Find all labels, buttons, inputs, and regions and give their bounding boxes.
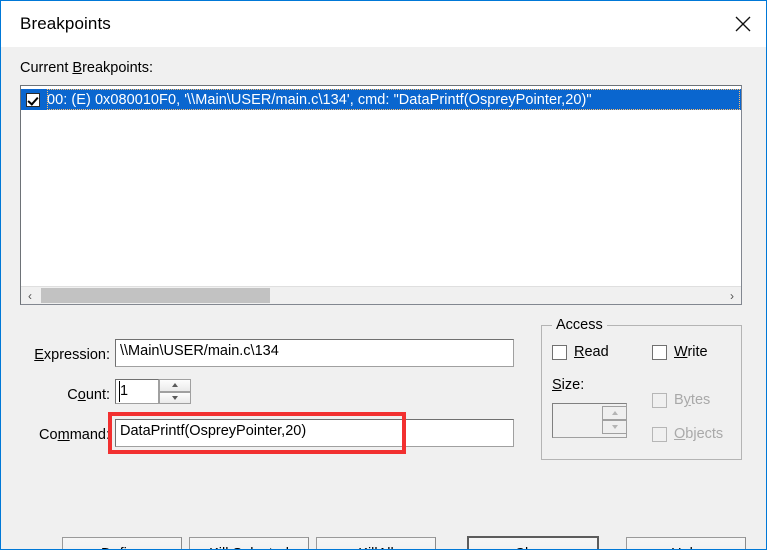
breakpoints-listbox[interactable]: 00: (E) 0x080010F0, '\\Main\USER/main.c\…	[20, 85, 742, 305]
accel-char: y	[683, 392, 691, 408]
size-spinner	[602, 406, 627, 434]
list-item[interactable]: 00: (E) 0x080010F0, '\\Main\USER/main.c\…	[21, 89, 741, 110]
close-icon	[732, 13, 754, 35]
horizontal-scrollbar[interactable]: ‹ ›	[21, 286, 741, 304]
accel-char: K	[209, 546, 219, 550]
objects-checkbox: Objects	[652, 426, 723, 442]
breakpoint-enabled-checkbox[interactable]	[26, 92, 40, 107]
access-group-title: Access	[552, 317, 607, 333]
scroll-right-arrow-icon[interactable]: ›	[723, 287, 741, 304]
read-checkbox-box	[552, 344, 567, 360]
spinner-up-icon	[611, 411, 618, 415]
dialog-client-area: Current Breakpoints: 00: (E) 0x080010F0,…	[1, 47, 766, 549]
count-label: Count:	[67, 387, 110, 403]
size-spinner-up-button	[602, 406, 627, 420]
spinner-up-icon	[172, 383, 178, 388]
accel-char: O	[674, 426, 686, 442]
kill-all-button[interactable]: Kill All	[316, 537, 436, 550]
accel-char: B	[72, 60, 83, 76]
accel-char: R	[574, 344, 585, 360]
bytes-checkbox: Bytes	[652, 392, 710, 408]
objects-checkbox-label: Objects	[674, 426, 724, 442]
accel-char: A	[378, 546, 388, 550]
expression-input[interactable]: \\Main\USER/main.c\134	[115, 339, 514, 367]
breakpoints-dialog: Breakpoints Current Breakpoints: 00: (E)…	[0, 0, 767, 550]
spinner-down-icon	[172, 395, 178, 400]
accel-char: W	[674, 344, 688, 360]
bytes-checkbox-label: Bytes	[674, 392, 711, 408]
size-spinner-down-button	[602, 420, 627, 434]
write-checkbox-label: Write	[674, 344, 708, 360]
read-checkbox-label: Read	[574, 344, 609, 360]
accel-char: D	[101, 546, 111, 550]
count-spinner[interactable]	[159, 379, 191, 404]
accel-char: o	[77, 387, 86, 403]
count-spinner-up-button[interactable]	[159, 379, 191, 392]
close-button[interactable]	[720, 1, 766, 46]
count-input[interactable]: 1	[115, 379, 159, 404]
accel-char: m	[57, 427, 70, 443]
title-bar: Breakpoints	[1, 1, 766, 47]
read-checkbox[interactable]: Read	[552, 344, 609, 360]
expression-label: Expression:	[34, 347, 110, 363]
scroll-left-arrow-icon[interactable]: ‹	[21, 287, 39, 304]
window-title: Breakpoints	[20, 14, 111, 33]
count-spinner-down-button[interactable]	[159, 391, 191, 404]
count-input-caret	[119, 381, 120, 402]
close-dialog-button[interactable]: Close	[467, 536, 599, 550]
command-label: Command:	[39, 427, 110, 443]
accel-char: C	[514, 546, 524, 550]
write-checkbox[interactable]: Write	[652, 344, 708, 360]
write-checkbox-box	[652, 344, 667, 360]
kill-selected-button[interactable]: Kill Selected	[189, 537, 309, 550]
scrollbar-thumb[interactable]	[41, 288, 270, 303]
current-breakpoints-label: Current Breakpoints:	[20, 60, 153, 76]
size-label: Size:	[552, 377, 585, 393]
accel-char: S	[552, 377, 562, 393]
breakpoint-row-text: 00: (E) 0x080010F0, '\\Main\USER/main.c\…	[47, 91, 592, 108]
define-button[interactable]: Define	[62, 537, 182, 550]
help-button[interactable]: Help	[626, 537, 746, 549]
objects-checkbox-box	[652, 426, 667, 442]
bytes-checkbox-box	[652, 392, 667, 408]
spinner-down-icon	[611, 425, 618, 429]
accel-char: K	[358, 546, 368, 550]
command-input[interactable]: DataPrintf(OspreyPointer,20)	[115, 419, 514, 447]
accel-char: E	[34, 347, 44, 363]
